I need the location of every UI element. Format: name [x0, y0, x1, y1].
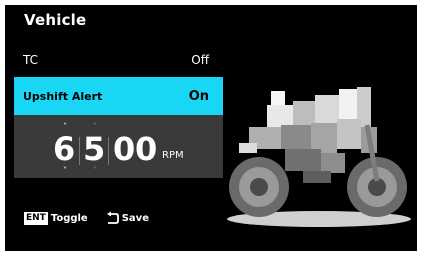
save-hint: Save — [121, 212, 149, 224]
toggle-hint: Toggle — [50, 212, 88, 224]
motorcycle-image — [227, 87, 411, 227]
vehicle-settings-screen: Vehicle TC Off Upshift Alert On ˄ ˅ ˄ ˅ … — [5, 5, 417, 251]
setting-value-tc: Off — [191, 53, 209, 67]
setting-row-tc[interactable]: TC Off — [14, 41, 223, 79]
setting-label-upshift-alert: Upshift Alert — [23, 89, 103, 103]
digit-separator — [79, 137, 80, 165]
rpm-digit-thousands[interactable]: 6 — [53, 129, 75, 169]
rpm-editor: ˄ ˅ ˄ ˅ 6 5 0 0 RPM — [14, 115, 223, 178]
digit-separator — [108, 137, 109, 165]
footer-hints: ENT Toggle Save — [24, 211, 149, 225]
rpm-unit: RPM — [162, 150, 184, 161]
rpm-digit-tens: 0 — [113, 130, 136, 168]
setting-value-upshift-alert: On — [188, 88, 209, 104]
page-title: Vehicle — [24, 11, 87, 29]
enter-key-badge: ENT — [24, 211, 48, 225]
back-arrow-icon — [106, 211, 119, 224]
rpm-digit-hundreds[interactable]: 5 — [83, 129, 105, 169]
setting-row-upshift-alert[interactable]: Upshift Alert On — [14, 77, 223, 115]
setting-label-tc: TC — [23, 53, 39, 67]
rpm-digit-ones: 0 — [135, 130, 158, 168]
